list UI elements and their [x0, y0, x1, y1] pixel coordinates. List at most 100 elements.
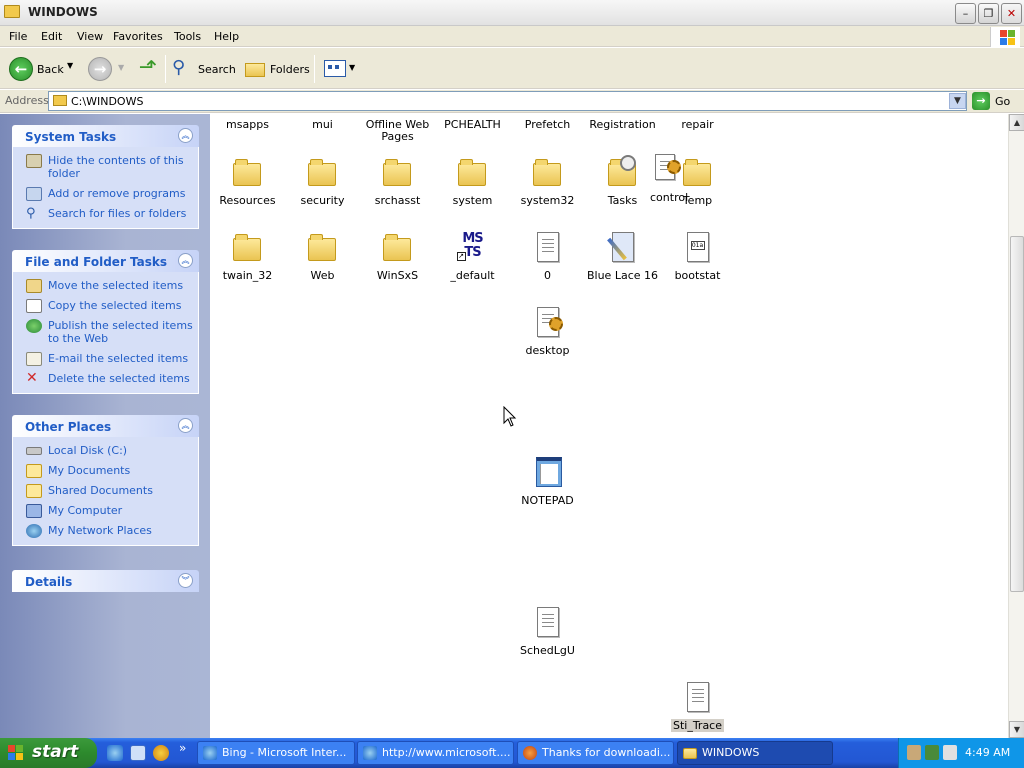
- file-label: Tasks: [607, 194, 638, 207]
- place-local-disk[interactable]: Local Disk (C:): [13, 444, 198, 457]
- menu-file[interactable]: File: [9, 30, 27, 43]
- address-dropdown-button[interactable]: ▼: [949, 93, 966, 109]
- taskbar-item-firefox[interactable]: Thanks for downloadi...: [517, 741, 674, 765]
- ie-quicklaunch-icon[interactable]: [107, 745, 123, 761]
- scroll-thumb[interactable]: [1010, 236, 1024, 592]
- network-places-icon: [26, 524, 42, 538]
- collapse-chevron-icon[interactable]: ︽: [178, 128, 193, 143]
- folder-srchasst[interactable]: srchasst: [360, 157, 435, 207]
- file-default[interactable]: MS TS ↗ _default: [435, 232, 510, 282]
- folder-twain-32[interactable]: twain_32: [210, 232, 285, 282]
- folder-resources[interactable]: Resources: [210, 157, 285, 207]
- clock[interactable]: 4:49 AM: [965, 746, 1010, 759]
- file-0[interactable]: 0: [510, 232, 585, 282]
- folder-winsxs[interactable]: WinSxS: [360, 232, 435, 282]
- folder-msapps[interactable]: msapps: [210, 119, 285, 131]
- file-label: Registration: [589, 118, 656, 131]
- place-shared-documents[interactable]: Shared Documents: [13, 484, 198, 498]
- task-search-files[interactable]: ⚲ Search for files or folders: [13, 207, 198, 220]
- details-header[interactable]: Details ︾: [12, 570, 199, 592]
- file-label: 0: [544, 269, 551, 282]
- folder-system32[interactable]: system32: [510, 157, 585, 207]
- minimize-button[interactable]: –: [955, 3, 976, 24]
- file-label: _default: [450, 269, 495, 282]
- go-button[interactable]: → Go: [972, 92, 1020, 110]
- task-add-remove-programs[interactable]: Add or remove programs: [13, 187, 198, 201]
- taskbar: start » Bing - Microsoft Inter... http:/…: [0, 738, 1024, 768]
- file-label: srchasst: [374, 194, 421, 207]
- file-notepad[interactable]: NOTEPAD: [510, 457, 585, 507]
- address-input[interactable]: C:\WINDOWS ▼: [48, 91, 967, 111]
- task-move-items[interactable]: Move the selected items: [13, 279, 198, 293]
- folder-security[interactable]: security: [285, 157, 360, 207]
- file-view[interactable]: msapps mui Offline Web Pages PCHEALTH Pr…: [210, 114, 1008, 738]
- back-dropdown-icon[interactable]: ▼: [67, 61, 73, 70]
- up-folder-icon: ⬏: [138, 55, 158, 80]
- data-file-icon: 01a: [681, 232, 715, 266]
- task-copy-items[interactable]: Copy the selected items: [13, 299, 198, 313]
- folder-icon: [306, 157, 340, 191]
- file-blue-lace-16[interactable]: Blue Lace 16: [585, 232, 660, 282]
- up-folder-button[interactable]: ⬏: [136, 56, 160, 82]
- folder-web[interactable]: Web: [285, 232, 360, 282]
- file-folder-tasks-header[interactable]: File and Folder Tasks ︽: [12, 250, 199, 272]
- other-places-header[interactable]: Other Places ︽: [12, 415, 199, 437]
- folder-mui[interactable]: mui: [285, 119, 360, 131]
- task-delete-items[interactable]: ✕ Delete the selected items: [13, 371, 198, 385]
- folder-icon: [231, 232, 265, 266]
- file-sti-trace[interactable]: Sti_Trace: [660, 682, 735, 732]
- scroll-down-button[interactable]: ▼: [1009, 721, 1024, 738]
- tray-app-icon[interactable]: [907, 745, 921, 760]
- back-button[interactable]: ← Back ▼: [6, 56, 82, 82]
- task-hide-contents[interactable]: Hide the contents of this folder: [13, 154, 198, 180]
- folder-prefetch[interactable]: Prefetch: [510, 119, 585, 131]
- place-my-computer[interactable]: My Computer: [13, 504, 198, 518]
- taskbar-item-microsoft[interactable]: http://www.microsoft....: [357, 741, 514, 765]
- forward-button[interactable]: → ▼: [86, 57, 126, 83]
- system-tasks-header[interactable]: System Tasks ︽: [12, 125, 199, 147]
- tray-volume-icon[interactable]: [943, 745, 957, 760]
- folder-offline-web-pages[interactable]: Offline Web Pages: [360, 119, 435, 143]
- menu-favorites[interactable]: Favorites: [113, 30, 163, 43]
- file-label: system: [452, 194, 493, 207]
- file-schedlgu[interactable]: SchedLgU: [510, 607, 585, 657]
- file-bootstat[interactable]: 01a bootstat: [660, 232, 735, 282]
- start-button[interactable]: start: [0, 738, 97, 768]
- search-button[interactable]: ⚲ Search: [170, 56, 236, 82]
- folder-repair[interactable]: repair: [660, 119, 735, 131]
- title-bar[interactable]: WINDOWS – ❐ ✕: [0, 0, 1024, 26]
- scroll-up-button[interactable]: ▲: [1009, 114, 1024, 131]
- menu-edit[interactable]: Edit: [41, 30, 62, 43]
- system-tray: 4:49 AM: [898, 738, 1024, 768]
- show-desktop-icon[interactable]: [130, 745, 146, 761]
- address-value[interactable]: C:\WINDOWS: [71, 95, 143, 108]
- file-desktop[interactable]: desktop: [510, 307, 585, 357]
- file-label: Prefetch: [524, 118, 571, 131]
- vertical-scrollbar[interactable]: ▲ ▼: [1008, 114, 1024, 738]
- close-button[interactable]: ✕: [1001, 3, 1022, 24]
- maximize-button[interactable]: ❐: [978, 3, 999, 24]
- menu-help[interactable]: Help: [214, 30, 239, 43]
- collapse-chevron-icon[interactable]: ︽: [178, 418, 193, 433]
- mouse-cursor-icon: [503, 406, 517, 427]
- folder-registration[interactable]: Registration: [585, 119, 660, 131]
- file-control[interactable]: control: [647, 153, 688, 205]
- taskbar-item-windows-folder[interactable]: WINDOWS: [677, 741, 833, 765]
- media-player-icon[interactable]: [153, 745, 169, 761]
- task-email-items[interactable]: E-mail the selected items: [13, 352, 198, 366]
- tray-network-icon[interactable]: [925, 745, 939, 760]
- folder-pchealth[interactable]: PCHEALTH: [435, 119, 510, 131]
- place-my-network[interactable]: My Network Places: [13, 524, 198, 538]
- collapse-chevron-icon[interactable]: ︽: [178, 253, 193, 268]
- expand-chevron-icon[interactable]: ︾: [178, 573, 193, 588]
- folder-system[interactable]: system: [435, 157, 510, 207]
- menu-view[interactable]: View: [77, 30, 103, 43]
- place-my-documents[interactable]: My Documents: [13, 464, 198, 478]
- menu-tools[interactable]: Tools: [174, 30, 201, 43]
- quicklaunch-overflow-icon[interactable]: »: [179, 741, 186, 755]
- taskbar-item-bing[interactable]: Bing - Microsoft Inter...: [197, 741, 355, 765]
- task-publish-web[interactable]: Publish the selected items to the Web: [13, 319, 198, 345]
- task-pane: System Tasks ︽ Hide the contents of this…: [0, 114, 210, 738]
- views-button[interactable]: ▼: [322, 57, 356, 81]
- folders-button[interactable]: Folders: [242, 56, 310, 82]
